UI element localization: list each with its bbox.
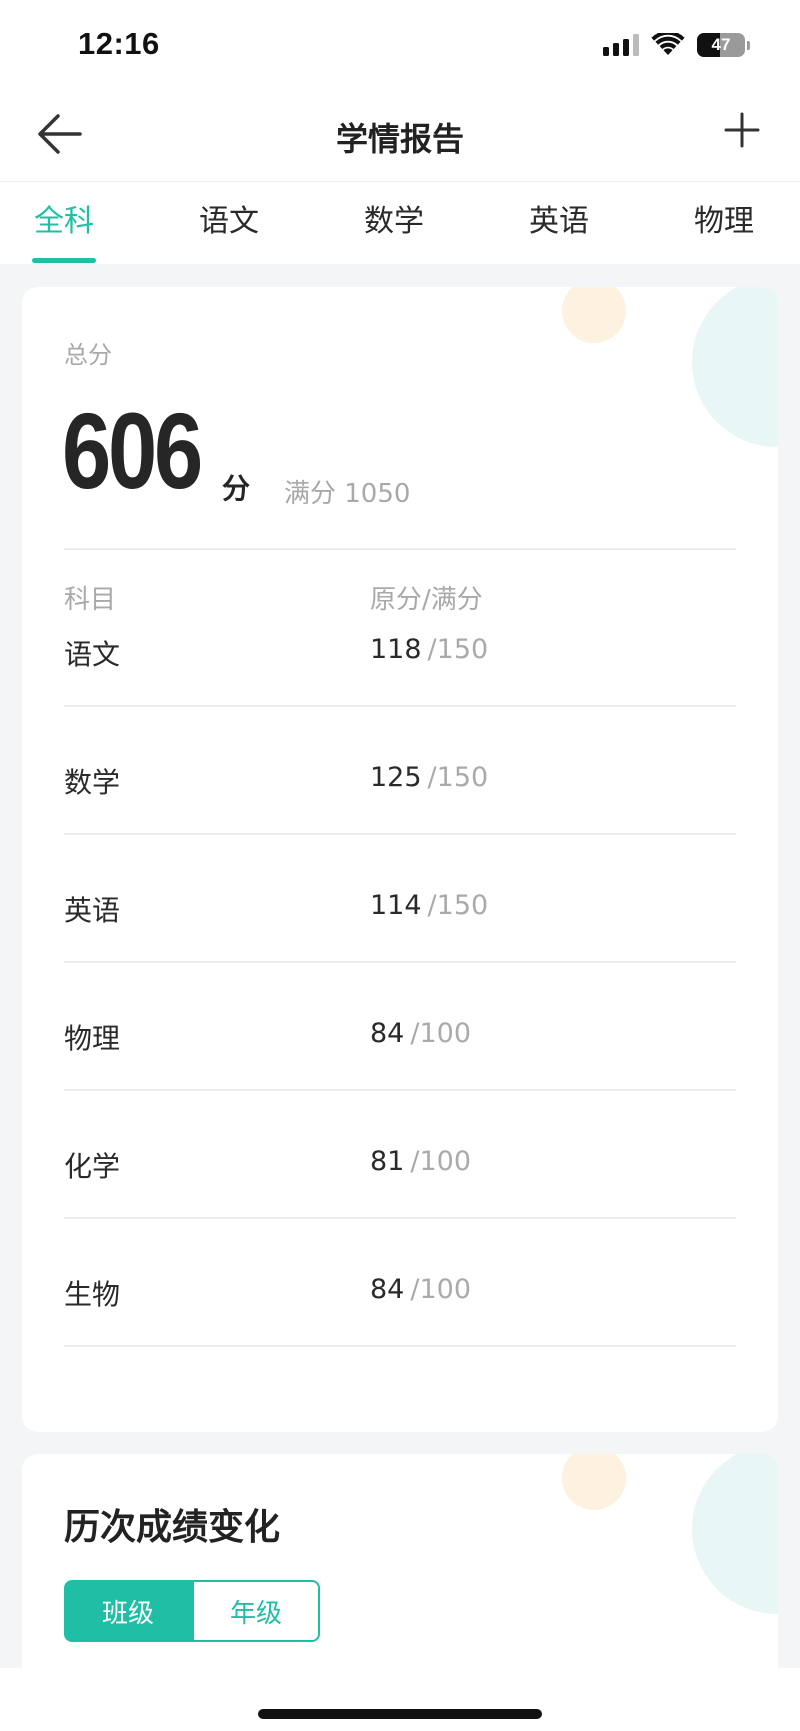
divider: [64, 548, 736, 550]
history-section-title: 历次成绩变化: [64, 1507, 281, 1548]
row-score: 84/100: [370, 1018, 471, 1049]
decoration-circle: [692, 287, 778, 447]
navigation-bar: 学情报告: [0, 86, 800, 182]
full-mark: /100: [410, 1146, 471, 1177]
page-title: 学情报告: [335, 120, 464, 158]
decoration-circle: [562, 1454, 626, 1510]
add-button[interactable]: [722, 110, 762, 150]
row-score: 114/150: [370, 890, 488, 921]
row-score: 118/150: [370, 634, 488, 665]
table-row: 生物 84/100: [22, 1217, 778, 1347]
full-mark: /150: [427, 890, 489, 921]
wifi-icon: [651, 33, 685, 55]
row-score: 125/150: [370, 762, 488, 793]
full-mark: /150: [427, 762, 489, 793]
raw-score: 125: [370, 762, 422, 793]
total-score-unit: 分: [222, 472, 251, 505]
total-score-value: 606: [62, 390, 203, 511]
row-subject: 物理: [64, 1022, 121, 1055]
home-indicator-area: [0, 1668, 800, 1731]
status-time: 12:16: [78, 26, 160, 61]
raw-score: 84: [370, 1018, 405, 1049]
table-row: 数学 125/150: [22, 705, 778, 835]
row-subject: 语文: [64, 638, 121, 671]
segment-class-button[interactable]: 班级: [64, 1580, 192, 1642]
tab-chinese[interactable]: 语文: [169, 182, 289, 264]
table-row: 物理 84/100: [22, 961, 778, 1091]
raw-score: 114: [370, 890, 422, 921]
home-indicator[interactable]: [258, 1709, 542, 1719]
battery-icon: 47: [697, 33, 745, 57]
cellular-signal-icon: [603, 34, 639, 56]
row-score: 84/100: [370, 1274, 471, 1305]
segment-grade-button[interactable]: 年级: [192, 1580, 320, 1642]
row-divider: [64, 1345, 736, 1347]
decoration-circle: [562, 287, 626, 343]
total-score-label: 总分: [64, 341, 112, 369]
active-tab-indicator: [32, 258, 96, 263]
raw-score: 81: [370, 1146, 405, 1177]
tab-english[interactable]: 英语: [499, 182, 619, 264]
decoration-circle: [692, 1454, 778, 1614]
table-row: 化学 81/100: [22, 1089, 778, 1219]
full-mark: /150: [427, 634, 489, 665]
raw-score: 84: [370, 1274, 405, 1305]
row-subject: 生物: [64, 1278, 121, 1311]
row-subject: 英语: [64, 894, 121, 927]
row-score: 81/100: [370, 1146, 471, 1177]
tab-all-subjects[interactable]: 全科: [4, 182, 124, 264]
tab-math[interactable]: 数学: [334, 182, 454, 264]
row-subject: 数学: [64, 766, 121, 799]
score-card: 总分 606 分 满分 1050 科目 原分/满分 语文 118/150 数学 …: [22, 287, 778, 1432]
status-bar: 12:16 47: [0, 0, 800, 86]
full-mark: /100: [410, 1274, 471, 1305]
status-icons: 47: [603, 30, 750, 60]
table-row: 英语 114/150: [22, 833, 778, 963]
row-subject: 化学: [64, 1150, 121, 1183]
plus-icon: [724, 112, 760, 148]
battery-percentage: 47: [711, 35, 731, 54]
subject-tab-bar: 全科 语文 数学 英语 物理: [0, 182, 800, 264]
full-mark: /100: [410, 1018, 471, 1049]
tab-physics[interactable]: 物理: [664, 182, 784, 264]
battery-nub: [747, 40, 750, 50]
full-score-text: 满分 1050: [284, 479, 411, 509]
raw-score: 118: [370, 634, 422, 665]
